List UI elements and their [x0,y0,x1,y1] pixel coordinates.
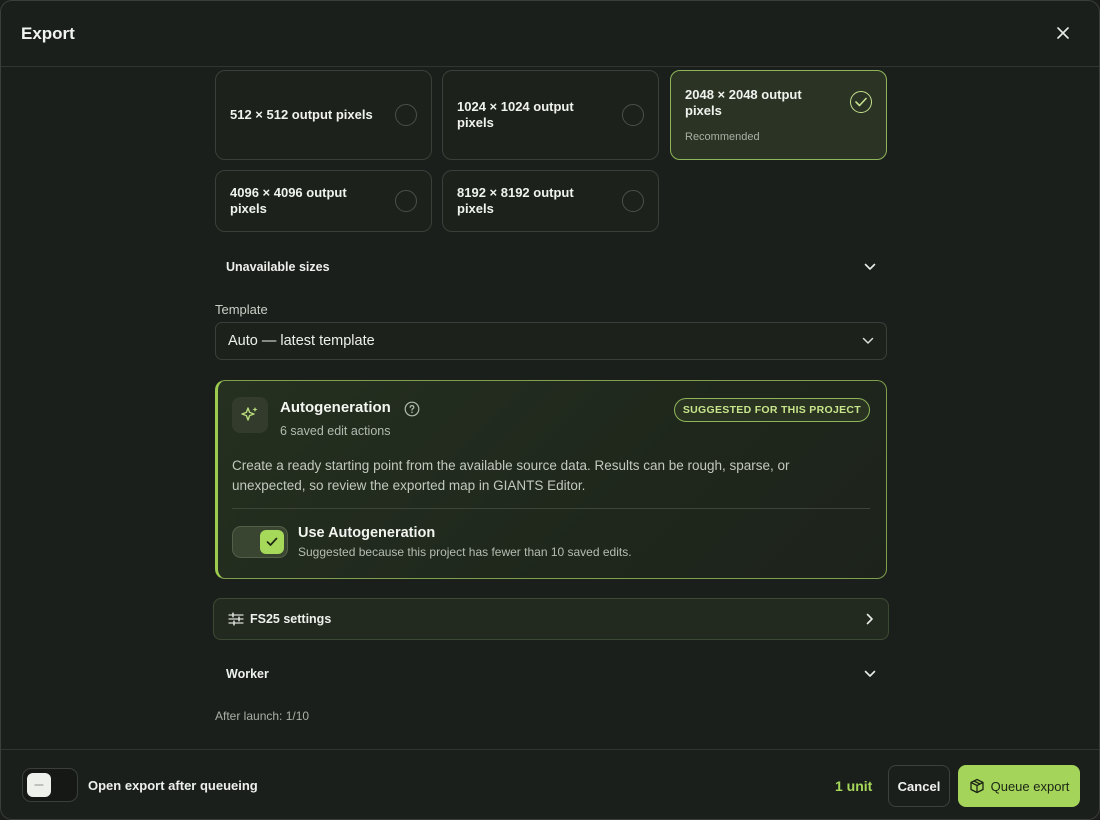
template-label: Template [215,302,268,317]
size-option-label: 4096 × 4096 output pixels [230,185,347,216]
after-launch-text: After launch: 1/10 [215,709,310,723]
size-option-512[interactable]: 512 × 512 output pixels [215,70,432,160]
size-option-2048[interactable]: 2048 × 2048 output pixels Recommended [670,70,887,160]
dialog-footer: Open export after queueing 1 unit Cancel… [1,749,1099,819]
chevron-down-icon [862,337,874,344]
dash-icon [34,784,44,786]
toggle-knob [260,530,284,554]
queue-export-button[interactable]: Queue export [958,765,1080,807]
fs25-settings-label: FS25 settings [250,612,332,626]
size-option-1024[interactable]: 1024 × 1024 output pixels [442,70,659,160]
size-option-4096[interactable]: 4096 × 4096 output pixels [215,170,432,232]
open-after-queue-label: Open export after queueing [88,778,258,793]
package-icon [969,778,984,794]
cancel-button[interactable]: Cancel [888,765,950,807]
radio-unchecked-icon [622,190,644,212]
use-autogeneration-title: Use Autogeneration [298,525,436,541]
autogeneration-card: Autogeneration 6 saved edit actions SUGG… [215,380,887,579]
template-value: Auto — latest template [228,333,375,349]
size-option-label: 512 × 512 output pixels [230,107,373,122]
radio-unchecked-icon [395,190,417,212]
autogeneration-title: Autogeneration [280,399,391,416]
use-autogeneration-subtitle: Suggested because this project has fewer… [298,545,632,559]
check-icon [266,537,278,546]
sparkle-icon [241,407,258,421]
dialog-title: Export [21,23,75,43]
unavailable-sizes-toggle[interactable]: Unavailable sizes [215,251,887,283]
worker-toggle[interactable]: Worker [215,658,887,690]
unavailable-sizes-label: Unavailable sizes [226,260,330,274]
worker-label: Worker [226,667,269,681]
close-icon [1057,27,1069,39]
toggle-knob [27,773,51,797]
size-option-label: 2048 × 2048 output pixels [685,87,802,118]
fs25-settings-row[interactable]: FS25 settings [213,598,889,640]
size-option-8192[interactable]: 8192 × 8192 output pixels [442,170,659,232]
open-after-queue-toggle[interactable] [22,768,78,802]
radio-unchecked-icon [395,104,417,126]
chevron-down-icon [864,670,876,677]
template-select[interactable]: Auto — latest template [215,322,887,360]
use-autogeneration-toggle[interactable] [232,526,288,558]
unit-count: 1 unit [835,778,873,794]
sliders-icon [228,612,244,626]
dialog-body: 512 × 512 output pixels 1024 × 1024 outp… [1,68,1099,748]
autogeneration-subtitle: 6 saved edit actions [280,424,391,438]
export-dialog: Export 512 × 512 output pixels 1024 × 10… [0,0,1100,820]
autogeneration-description: Create a ready starting point from the a… [232,458,790,493]
size-option-label: 8192 × 8192 output pixels [457,185,574,216]
dialog-header: Export [1,1,1099,67]
size-option-label: 1024 × 1024 output pixels [457,99,574,130]
chevron-right-icon [866,613,873,625]
queue-export-label: Queue export [990,778,1070,794]
suggested-badge: SUGGESTED FOR THIS PROJECT [673,398,870,422]
sparkle-icon-box [232,397,268,433]
divider [232,508,870,509]
recommended-label: Recommended [685,131,760,143]
help-circle-icon[interactable] [404,401,420,417]
check-circle-icon [850,91,872,113]
chevron-down-icon [864,263,876,270]
close-button[interactable] [1053,23,1073,43]
radio-unchecked-icon [622,104,644,126]
